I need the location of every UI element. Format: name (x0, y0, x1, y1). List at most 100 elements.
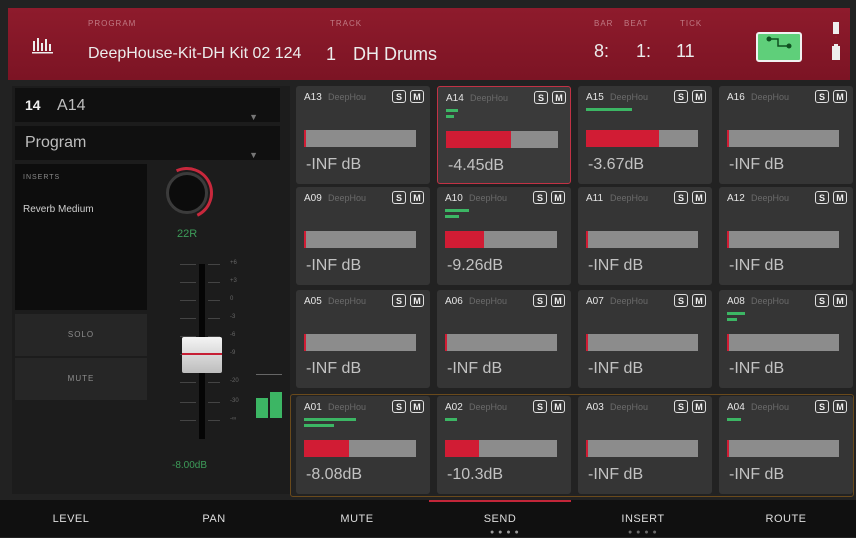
level-meter[interactable] (586, 130, 698, 147)
mute-button[interactable]: MUTE (15, 358, 147, 400)
mute-toggle[interactable]: M (692, 90, 706, 103)
solo-toggle[interactable]: S (674, 191, 688, 204)
tab-level[interactable]: LEVEL (0, 500, 142, 537)
pad-a11[interactable]: A11 DeepHou S M -INF dB (578, 187, 712, 285)
level-meter[interactable] (727, 334, 839, 351)
level-meter[interactable] (304, 130, 416, 147)
solo-toggle[interactable]: S (674, 294, 688, 307)
pad-a09[interactable]: A09 DeepHou S M -INF dB (296, 187, 430, 285)
pad-a13[interactable]: A13 DeepHou S M -INF dB (296, 86, 430, 184)
scale-tick (208, 420, 220, 421)
beat-label: Beat (624, 19, 649, 28)
tab-pan[interactable]: PAN (143, 500, 285, 537)
scale-label: -9 (230, 350, 236, 356)
track-name[interactable]: DH Drums (353, 44, 437, 65)
solo-toggle[interactable]: S (533, 191, 547, 204)
tick-value[interactable]: 11 (676, 41, 695, 62)
solo-toggle[interactable]: S (534, 91, 548, 104)
solo-toggle[interactable]: S (533, 294, 547, 307)
meter-bar-left (256, 398, 268, 418)
mute-toggle[interactable]: M (833, 294, 847, 307)
bar-label: Bar (594, 19, 614, 28)
pad-a10[interactable]: A10 DeepHou S M -9.26dB (437, 187, 571, 285)
pad-selector[interactable]: 14 A14 ▼ (15, 88, 280, 122)
solo-toggle[interactable]: S (392, 294, 406, 307)
pad-program: DeepHou (328, 92, 367, 102)
level-meter-fill (446, 131, 511, 148)
meter-marker (446, 131, 448, 148)
level-meter[interactable] (586, 231, 698, 248)
pad-a14[interactable]: A14 DeepHou S M -4.45dB (437, 86, 571, 184)
pad-number: 14 (25, 97, 41, 113)
pad-label: A06 (445, 296, 463, 307)
pad-a08[interactable]: A08 DeepHou S M -INF dB (719, 290, 853, 388)
solo-button[interactable]: SOLO (15, 314, 147, 356)
level-meter[interactable] (586, 334, 698, 351)
mute-toggle[interactable]: M (410, 191, 424, 204)
insert-page-indicator: ● ● ● ● (628, 529, 658, 536)
solo-toggle[interactable]: S (392, 90, 406, 103)
beat-value[interactable]: 1: (636, 41, 651, 62)
level-db-value: -INF dB (306, 156, 362, 173)
program-name[interactable]: DeepHouse-Kit-DH Kit 02 124 (88, 45, 301, 63)
level-meter[interactable] (727, 130, 839, 147)
pad-a15[interactable]: A15 DeepHou S M -3.67dB (578, 86, 712, 184)
level-db-value: -INF dB (729, 360, 785, 377)
pad-program: DeepHou (610, 296, 649, 306)
level-meter[interactable] (304, 231, 416, 248)
view-mode-selector[interactable]: Program ▼ (15, 126, 280, 160)
pad-label: A10 (445, 193, 463, 204)
chevron-down-icon: ▼ (249, 150, 258, 160)
solo-toggle[interactable]: S (392, 191, 406, 204)
pad-program: DeepHou (470, 93, 509, 103)
mute-toggle[interactable]: M (410, 90, 424, 103)
mute-toggle[interactable]: M (692, 294, 706, 307)
mute-toggle[interactable]: M (552, 91, 566, 104)
mute-toggle[interactable]: M (551, 191, 565, 204)
pad-a06[interactable]: A06 DeepHou S M -INF dB (437, 290, 571, 388)
mute-toggle[interactable]: M (833, 191, 847, 204)
solo-toggle[interactable]: S (815, 294, 829, 307)
pad-a07[interactable]: A07 DeepHou S M -INF dB (578, 290, 712, 388)
solo-toggle[interactable]: S (674, 90, 688, 103)
pad-a05[interactable]: A05 DeepHou S M -INF dB (296, 290, 430, 388)
mute-toggle[interactable]: M (410, 294, 424, 307)
pad-a12[interactable]: A12 DeepHou S M -INF dB (719, 187, 853, 285)
pad-program: DeepHou (328, 296, 367, 306)
level-meter[interactable] (446, 131, 558, 148)
pad-program: DeepHou (610, 92, 649, 102)
mute-toggle[interactable]: M (551, 294, 565, 307)
tab-mute[interactable]: MUTE (286, 500, 428, 537)
mute-toggle[interactable]: M (692, 191, 706, 204)
scale-label: 0 (230, 296, 234, 302)
scale-label: -∞ (230, 416, 237, 422)
solo-toggle[interactable]: S (815, 191, 829, 204)
meter-marker (304, 130, 306, 147)
channel-strip: 14 A14 ▼ Program ▼ INSERTS Reverb Medium… (12, 86, 290, 494)
level-meter[interactable] (445, 231, 557, 248)
pan-knob[interactable] (166, 172, 208, 214)
meter-bar-right (270, 392, 282, 418)
scale-tick (180, 264, 196, 265)
mixer-icon[interactable] (32, 36, 54, 59)
solo-toggle[interactable]: S (815, 90, 829, 103)
view-mode-label: Program (25, 134, 87, 151)
pad-a16[interactable]: A16 DeepHou S M -INF dB (719, 86, 853, 184)
meter-peak (256, 374, 282, 375)
inserts-panel[interactable]: INSERTS Reverb Medium (15, 164, 147, 310)
track-number[interactable]: 1 (326, 44, 336, 65)
pad-label: A13 (304, 92, 322, 103)
scale-tick (180, 282, 196, 283)
level-meter[interactable] (445, 334, 557, 351)
scale-tick (208, 282, 220, 283)
mute-toggle[interactable]: M (833, 90, 847, 103)
inserts-title: INSERTS (23, 174, 61, 181)
route-icon[interactable] (756, 32, 802, 62)
tab-route[interactable]: ROUTE (715, 500, 856, 537)
insert-slot-1[interactable]: Reverb Medium (23, 204, 94, 215)
fader-cap[interactable] (182, 337, 222, 373)
bar-value[interactable]: 8: (594, 41, 609, 62)
level-meter[interactable] (304, 334, 416, 351)
pad-label: A05 (304, 296, 322, 307)
level-meter[interactable] (727, 231, 839, 248)
